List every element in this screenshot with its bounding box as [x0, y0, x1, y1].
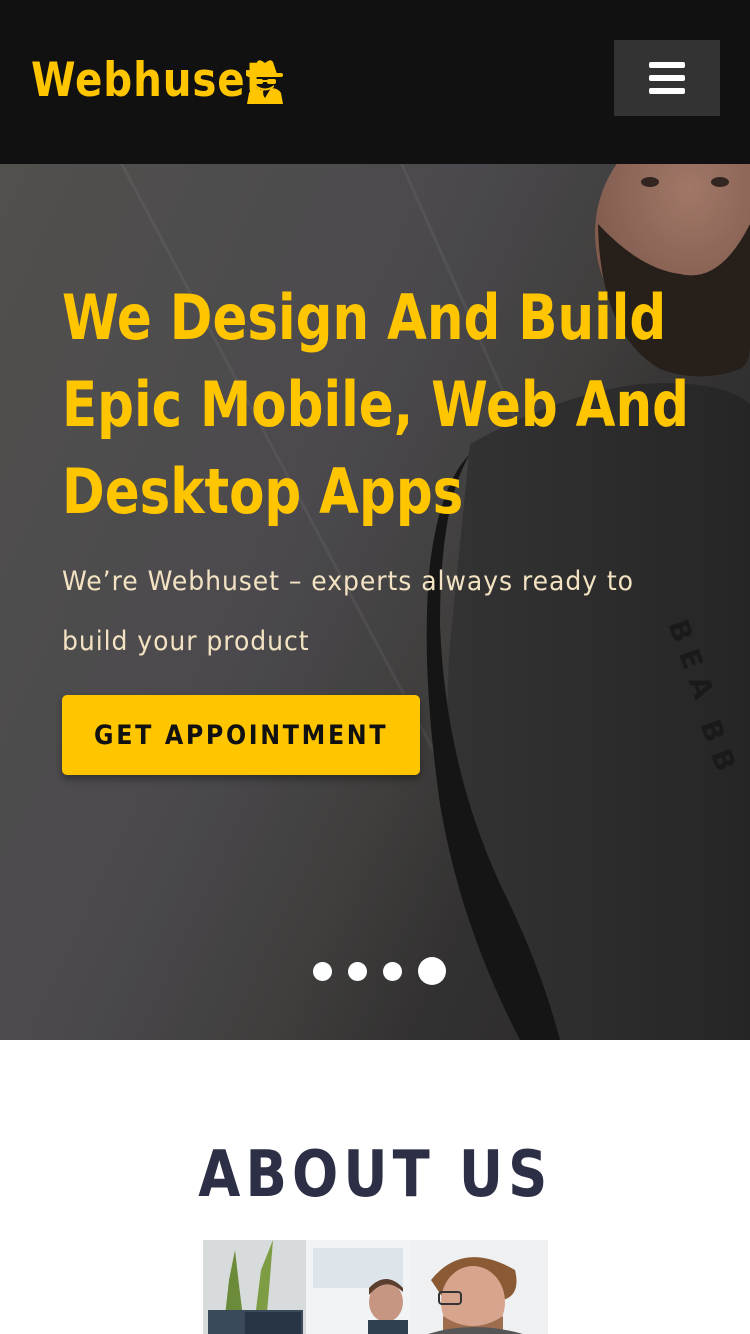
- hero-title: We Design And Build Epic Mobile, Web And…: [62, 281, 689, 528]
- get-appointment-button[interactable]: GET APPOINTMENT: [62, 695, 420, 775]
- hero-slider: B E A B B We Design And Build Epic Mobil…: [0, 164, 750, 1040]
- spy-icon: [247, 60, 283, 104]
- brand-name: Webhuset: [31, 52, 266, 108]
- hamburger-menu-icon-bar: [649, 75, 685, 81]
- hero-subtitle: We’re Webhuset – experts always ready to…: [62, 566, 634, 657]
- about-us-heading-text: ABOUT US: [197, 1138, 553, 1212]
- site-header: Webhuset: [0, 0, 750, 164]
- get-appointment-label: GET APPOINTMENT: [93, 719, 389, 751]
- hamburger-menu-icon-bar: [649, 88, 685, 94]
- slider-pagination: [312, 957, 447, 987]
- slider-dot-active[interactable]: [418, 957, 446, 985]
- hamburger-menu-button[interactable]: [614, 40, 720, 116]
- slider-dot[interactable]: [383, 961, 402, 981]
- about-us-image: [203, 1240, 548, 1334]
- about-us-heading: ABOUT US: [0, 1138, 750, 1212]
- slider-dot[interactable]: [348, 961, 367, 981]
- brand-logo-link[interactable]: Webhuset: [31, 48, 304, 112]
- slider-dot[interactable]: [313, 961, 332, 981]
- hamburger-menu-icon: [649, 62, 685, 68]
